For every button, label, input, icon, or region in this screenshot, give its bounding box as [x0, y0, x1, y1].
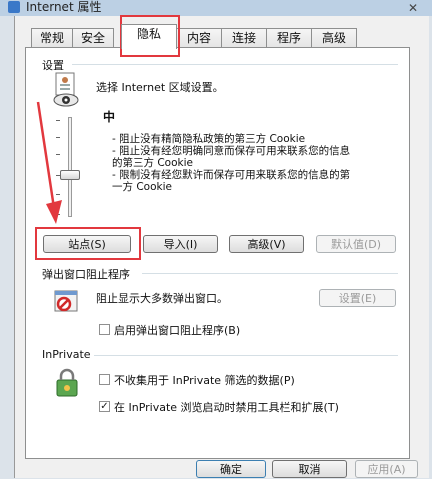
title-bar: Internet 属性 ✕: [0, 0, 432, 16]
ok-button[interactable]: 确定: [196, 460, 266, 478]
level-desc-line-1: - 阻止没有精简隐私政策的第三方 Cookie: [112, 133, 306, 145]
tab-general[interactable]: 常规: [31, 28, 73, 48]
popup-group-line: [142, 273, 398, 274]
popup-blocker-icon: [54, 288, 80, 314]
settings-group-line: [72, 64, 398, 65]
tab-security[interactable]: 安全: [72, 28, 114, 48]
tab-connections[interactable]: 连接: [221, 28, 267, 48]
inprivate-no-collect-label[interactable]: 不收集用于 InPrivate 筛选的数据(P): [114, 372, 295, 388]
tab-programs[interactable]: 程序: [266, 28, 312, 48]
red-arrow-icon: [34, 100, 64, 228]
settings-instruction: 选择 Internet 区域设置。: [96, 81, 224, 94]
tab-privacy[interactable]: 隐私: [121, 24, 177, 49]
level-desc-line-3: 的第三方 Cookie: [112, 157, 193, 169]
cancel-button[interactable]: 取消: [272, 460, 347, 478]
popup-enable-checkbox[interactable]: [99, 324, 110, 335]
settings-group-title: 设置: [42, 57, 67, 73]
inprivate-no-collect-checkbox[interactable]: [99, 374, 110, 385]
popup-desc: 阻止显示大多数弹出窗口。: [96, 292, 228, 305]
apply-button[interactable]: 应用(A): [355, 460, 418, 478]
default-button[interactable]: 默认值(D): [316, 235, 396, 253]
inprivate-group-line: [94, 355, 398, 356]
privacy-level: 中: [103, 110, 116, 124]
inprivate-icon: [54, 368, 80, 398]
inprivate-disable-toolbars-checkbox[interactable]: ✓: [99, 401, 110, 412]
window-title: Internet 属性: [26, 0, 102, 14]
internet-options-icon: [8, 1, 20, 13]
popup-group-title: 弹出窗口阻止程序: [42, 266, 133, 282]
inprivate-group-title: InPrivate: [42, 348, 94, 361]
advanced-button[interactable]: 高级(V): [229, 235, 304, 253]
level-desc-line-4: - 限制没有经您默许而保存可用来联系您的信息的第: [112, 169, 351, 181]
privacy-slider-track[interactable]: [68, 117, 72, 217]
level-desc-line-5: 一方 Cookie: [112, 181, 172, 193]
import-button[interactable]: 导入(I): [143, 235, 218, 253]
close-icon[interactable]: ✕: [408, 1, 418, 15]
level-desc-line-2: - 阻止没有经您明确同意而保存可用来联系您的信息: [112, 145, 351, 157]
popup-enable-label[interactable]: 启用弹出窗口阻止程序(B): [114, 322, 240, 338]
tab-advanced[interactable]: 高级: [311, 28, 357, 48]
sites-button-highlight: [35, 227, 141, 260]
popup-settings-button[interactable]: 设置(E): [319, 289, 396, 307]
inprivate-disable-toolbars-label[interactable]: 在 InPrivate 浏览启动时禁用工具栏和扩展(T): [114, 399, 339, 415]
tab-content[interactable]: 内容: [176, 28, 222, 48]
